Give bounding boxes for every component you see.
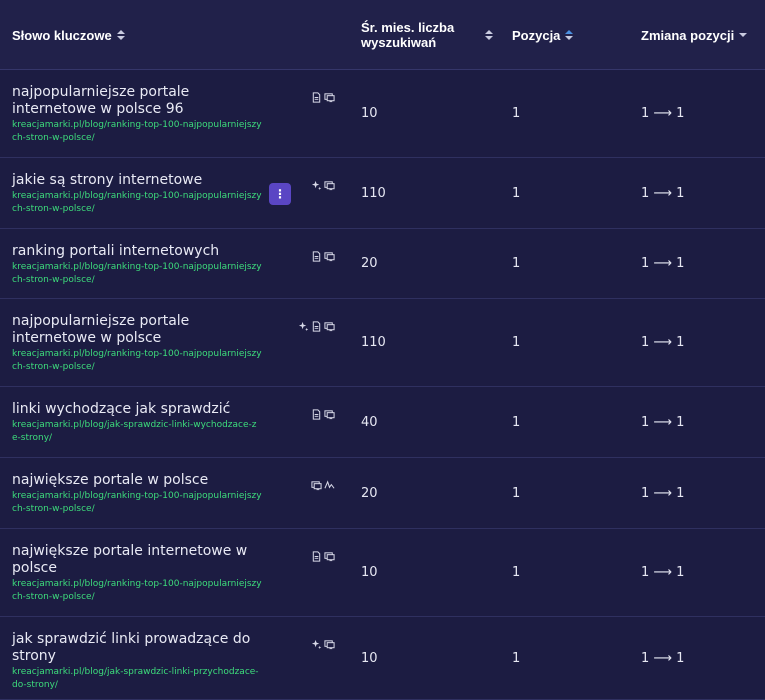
keyword-cell: linki wychodzące jak sprawdzić kreacjamar… [12, 401, 272, 445]
table-row[interactable]: największe portale internetowe w polsce k… [0, 529, 765, 617]
serp-feature-icons [311, 88, 335, 107]
position-change-cell: 1 ⟶ 1 [641, 256, 685, 271]
volume-cell: 10 [361, 651, 378, 666]
keyword-cell: najpopularniejsze portale internetowe w … [12, 84, 272, 145]
ranking-url-link[interactable]: kreacjamarki.pl/blog/ranking-top-100-naj… [12, 190, 262, 216]
position-change-cell: 1 ⟶ 1 [641, 415, 685, 430]
volume-label-line2: wyszukiwań [361, 35, 437, 50]
ranking-url-link[interactable]: kreacjamarki.pl/blog/ranking-top-100-naj… [12, 348, 262, 374]
volume-cell: 10 [361, 565, 378, 580]
keyword-table: Słowo kluczowe Śr. mies. liczba wyszukiw… [0, 0, 765, 700]
column-header-volume-label: Śr. mies. liczba wyszukiwań [361, 20, 454, 50]
keyword-text: ranking portali internetowych [12, 243, 220, 259]
position-cell: 1 [512, 486, 521, 501]
column-header-position-label: Pozycja [512, 27, 561, 43]
volume-cell: 20 [361, 486, 378, 501]
keyword-text: najpopularniejsze portale internetowe w … [12, 313, 190, 346]
volume-cell: 40 [361, 415, 378, 430]
ranking-url-link[interactable]: kreacjamarki.pl/blog/ranking-top-100-naj… [12, 578, 262, 604]
sparkle-icon[interactable] [311, 635, 322, 654]
serp-icon[interactable] [324, 635, 335, 654]
position-change-cell: 1 ⟶ 1 [641, 106, 685, 121]
keyword-text: linki wychodzące jak sprawdzić [12, 401, 231, 417]
volume-cell: 10 [361, 106, 378, 121]
position-cell: 1 [512, 651, 521, 666]
position-cell: 1 [512, 186, 521, 201]
document-icon[interactable] [311, 88, 322, 107]
document-icon[interactable] [311, 547, 322, 566]
serp-feature-icons [311, 176, 335, 195]
serp-icon[interactable] [311, 476, 322, 495]
sort-icon[interactable] [485, 30, 493, 40]
column-header-keyword-label: Słowo kluczowe [12, 27, 112, 43]
serp-icon[interactable] [324, 247, 335, 266]
serp-feature-icons [311, 547, 335, 566]
serp-icon[interactable] [324, 405, 335, 424]
column-header-volume[interactable]: Śr. mies. liczba wyszukiwań [361, 0, 493, 70]
serp-feature-icons [311, 635, 335, 654]
volume-cell: 20 [361, 256, 378, 271]
table-row[interactable]: jak sprawdzić linki prowadzące do strony… [0, 617, 765, 700]
position-change-cell: 1 ⟶ 1 [641, 335, 685, 350]
keyword-text: najpopularniejsze portale internetowe w … [12, 84, 190, 117]
keyword-cell: jakie są strony internetowe kreacjamarki.… [12, 172, 272, 216]
keyword-text: jak sprawdzić linki prowadzące do strony [12, 631, 251, 664]
position-cell: 1 [512, 106, 521, 121]
serp-feature-icons [298, 317, 335, 336]
table-row[interactable]: linki wychodzące jak sprawdzić kreacjamar… [0, 387, 765, 458]
table-row[interactable]: najpopularniejsze portale internetowe w … [0, 299, 765, 387]
keyword-text: jakie są strony internetowe [12, 172, 203, 188]
serp-icon[interactable] [324, 317, 335, 336]
table-header: Słowo kluczowe Śr. mies. liczba wyszukiw… [0, 0, 765, 70]
sort-ascending-icon[interactable] [565, 30, 574, 40]
signature-icon[interactable] [324, 476, 335, 495]
volume-cell: 110 [361, 186, 386, 201]
ranking-url-link[interactable]: kreacjamarki.pl/blog/jak-sprawdzic-linki… [12, 419, 262, 445]
position-change-cell: 1 ⟶ 1 [641, 486, 685, 501]
column-header-keyword[interactable]: Słowo kluczowe [12, 0, 125, 70]
serp-icon[interactable] [324, 547, 335, 566]
column-header-change-label: Zmiana pozycji [641, 27, 735, 43]
ranking-url-link[interactable]: kreacjamarki.pl/blog/ranking-top-100-naj… [12, 261, 262, 287]
column-header-position[interactable]: Pozycja [512, 0, 574, 70]
table-row[interactable]: największe portale w polsce kreacjamarki.… [0, 458, 765, 529]
keyword-text: największe portale w polsce [12, 472, 209, 488]
sort-descending-icon[interactable] [739, 33, 748, 37]
keyword-cell: najpopularniejsze portale internetowe w … [12, 313, 272, 374]
document-icon[interactable] [311, 247, 322, 266]
sparkle-icon[interactable] [298, 317, 309, 336]
position-change-cell: 1 ⟶ 1 [641, 186, 685, 201]
keyword-text: największe portale internetowe w polsce [12, 543, 248, 576]
position-change-cell: 1 ⟶ 1 [641, 565, 685, 580]
keyword-cell: ranking portali internetowych kreacjamark… [12, 243, 272, 287]
keyword-cell: największe portale internetowe w polsce k… [12, 543, 272, 604]
serp-feature-icons [311, 476, 335, 495]
position-cell: 1 [512, 565, 521, 580]
position-cell: 1 [512, 256, 521, 271]
serp-icon[interactable] [324, 176, 335, 195]
sparkle-icon[interactable] [311, 176, 322, 195]
position-cell: 1 [512, 335, 521, 350]
serp-feature-icons [311, 247, 335, 266]
table-row[interactable]: najpopularniejsze portale internetowe w … [0, 70, 765, 158]
ranking-url-link[interactable]: kreacjamarki.pl/blog/ranking-top-100-naj… [12, 119, 262, 145]
column-header-change[interactable]: Zmiana pozycji [641, 0, 748, 70]
ranking-url-link[interactable]: kreacjamarki.pl/blog/ranking-top-100-naj… [12, 490, 262, 516]
position-cell: 1 [512, 415, 521, 430]
document-icon[interactable] [311, 317, 322, 336]
volume-label-line1: Śr. mies. liczba [361, 20, 455, 35]
keyword-cell: największe portale w polsce kreacjamarki.… [12, 472, 272, 516]
table-row[interactable]: ranking portali internetowych kreacjamark… [0, 229, 765, 299]
keyword-cell: jak sprawdzić linki prowadzące do strony… [12, 631, 272, 692]
document-icon[interactable] [311, 405, 322, 424]
volume-cell: 110 [361, 335, 386, 350]
serp-feature-icons [311, 405, 335, 424]
more-options-button[interactable]: ⋮ [269, 183, 291, 205]
serp-icon[interactable] [324, 88, 335, 107]
ranking-url-link[interactable]: kreacjamarki.pl/blog/jak-sprawdzic-linki… [12, 666, 262, 692]
sort-icon[interactable] [116, 30, 125, 40]
position-change-cell: 1 ⟶ 1 [641, 651, 685, 666]
table-row[interactable]: jakie są strony internetowe kreacjamarki.… [0, 158, 765, 229]
